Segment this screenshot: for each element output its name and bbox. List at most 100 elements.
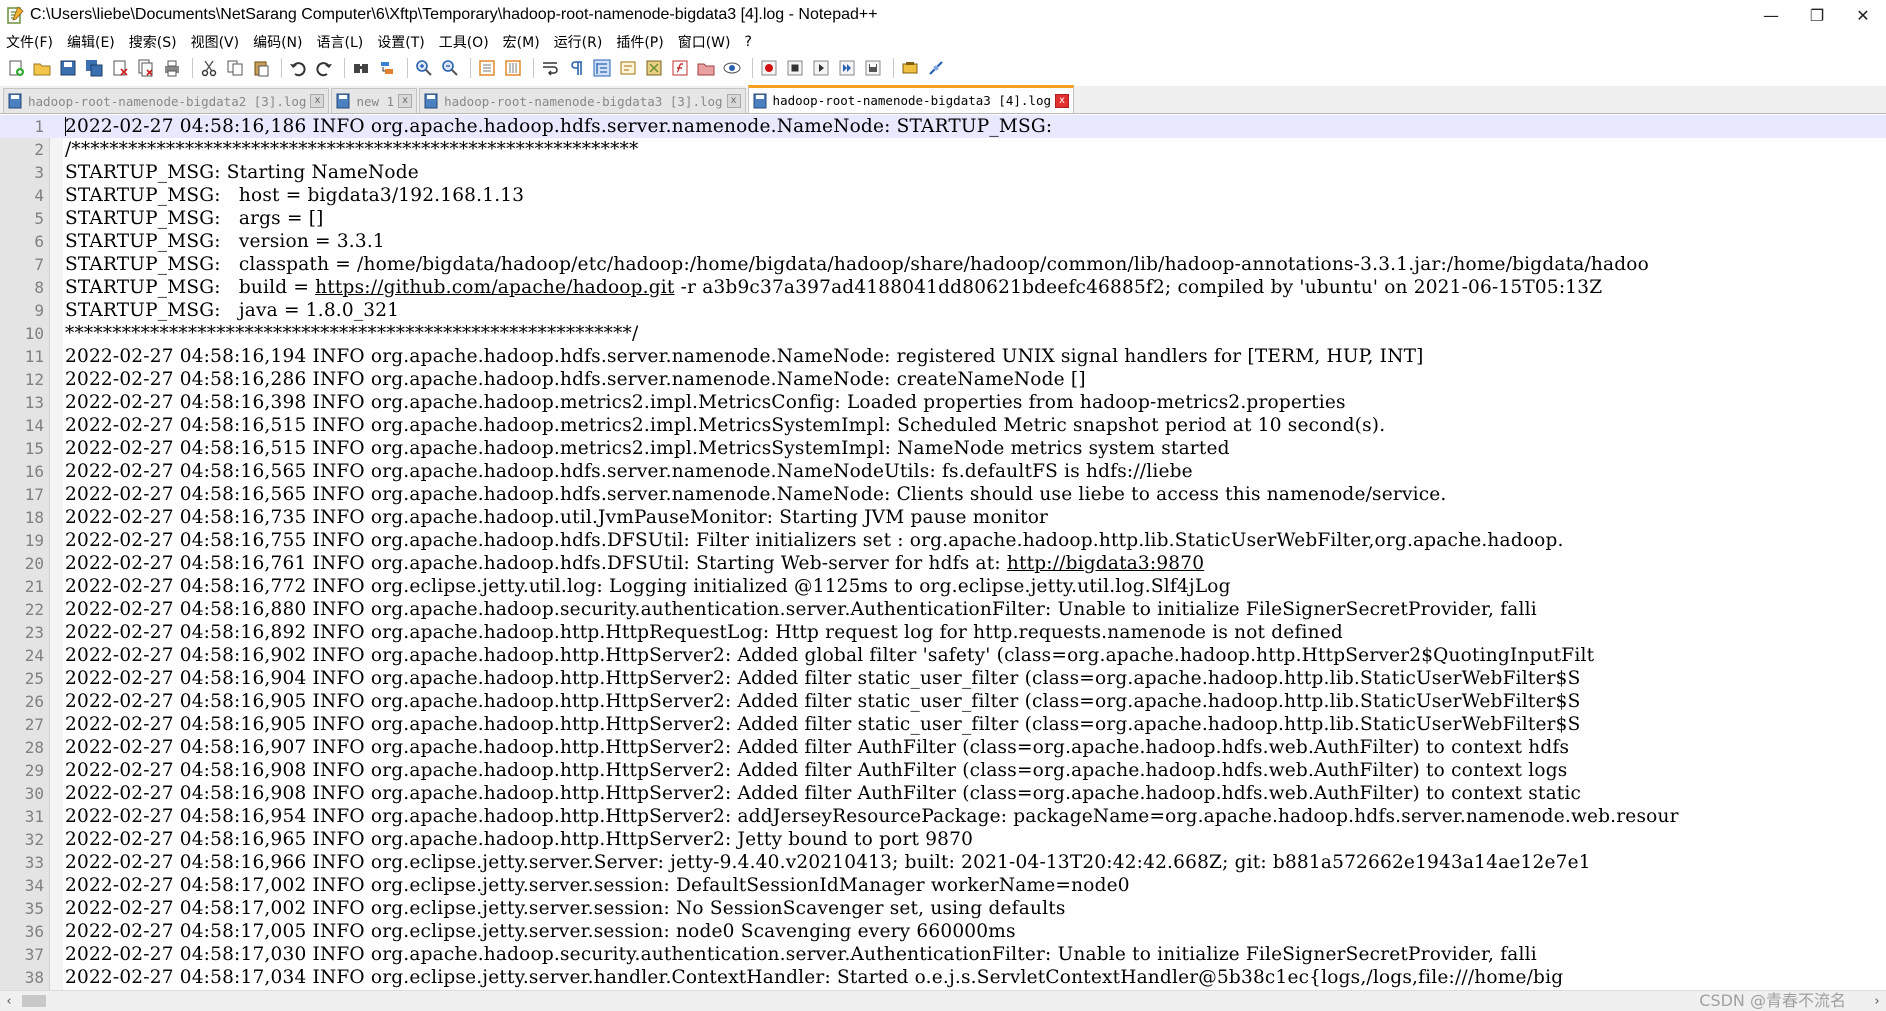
zoom-in-icon[interactable] bbox=[413, 57, 435, 79]
tab-new-1[interactable]: new 1 x bbox=[331, 88, 418, 113]
code-line[interactable]: 20 2022-02-27 04:58:16,761 INFO org.apach… bbox=[0, 552, 1886, 575]
indent-guide-icon[interactable] bbox=[591, 57, 613, 79]
menu-edit[interactable]: 编辑(E) bbox=[67, 32, 115, 52]
tab-bigdata3-3-log[interactable]: hadoop-root-namenode-bigdata3 [3].log x bbox=[419, 88, 746, 113]
code-line[interactable]: 34 2022-02-27 04:58:17,002 INFO org.eclip… bbox=[0, 874, 1886, 897]
zoom-out-icon[interactable] bbox=[439, 57, 461, 79]
tab-close-icon[interactable]: x bbox=[726, 94, 741, 108]
code-line[interactable]: 35 2022-02-27 04:58:17,002 INFO org.eclip… bbox=[0, 897, 1886, 920]
code-line[interactable]: 16 2022-02-27 04:58:16,565 INFO org.apach… bbox=[0, 460, 1886, 483]
user-defined-language-icon[interactable] bbox=[617, 57, 639, 79]
save-macro-icon[interactable] bbox=[862, 57, 884, 79]
redo-icon[interactable] bbox=[313, 57, 335, 79]
function-list-icon[interactable] bbox=[669, 57, 691, 79]
code-line[interactable]: 38 2022-02-27 04:58:17,034 INFO org.eclip… bbox=[0, 966, 1886, 989]
code-line[interactable]: 13 2022-02-27 04:58:16,398 INFO org.apach… bbox=[0, 391, 1886, 414]
menu-encoding[interactable]: 编码(N) bbox=[253, 32, 302, 52]
play-macro-icon[interactable] bbox=[810, 57, 832, 79]
word-wrap-icon[interactable] bbox=[539, 57, 561, 79]
url-link[interactable]: http://bigdata3:9870 bbox=[1007, 553, 1204, 574]
sync-vertical-icon[interactable] bbox=[476, 57, 498, 79]
editor-area[interactable]: 1 2022-02-27 04:58:16,186 INFO org.apache… bbox=[0, 115, 1886, 990]
save-icon[interactable] bbox=[57, 57, 79, 79]
doc-map-icon[interactable] bbox=[643, 57, 665, 79]
code-line[interactable]: 33 2022-02-27 04:58:16,966 INFO org.eclip… bbox=[0, 851, 1886, 874]
code-line[interactable]: 22 2022-02-27 04:58:16,880 INFO org.apach… bbox=[0, 598, 1886, 621]
code-line[interactable]: 12 2022-02-27 04:58:16,286 INFO org.apach… bbox=[0, 368, 1886, 391]
close-all-icon[interactable] bbox=[135, 57, 157, 79]
menu-plugins[interactable]: 插件(P) bbox=[616, 32, 663, 52]
new-file-icon[interactable] bbox=[5, 57, 27, 79]
print-icon[interactable] bbox=[161, 57, 183, 79]
code-line[interactable]: 18 2022-02-27 04:58:16,735 INFO org.apach… bbox=[0, 506, 1886, 529]
menu-file[interactable]: 文件(F) bbox=[6, 32, 53, 52]
replace-icon[interactable] bbox=[376, 57, 398, 79]
scroll-left-icon[interactable]: ‹ bbox=[0, 991, 18, 1011]
record-macro-icon[interactable] bbox=[758, 57, 780, 79]
code-line[interactable]: 30 2022-02-27 04:58:16,908 INFO org.apach… bbox=[0, 782, 1886, 805]
code-line[interactable]: 29 2022-02-27 04:58:16,908 INFO org.apach… bbox=[0, 759, 1886, 782]
tab-close-icon[interactable]: x bbox=[398, 94, 413, 108]
code-line[interactable]: 17 2022-02-27 04:58:16,565 INFO org.apach… bbox=[0, 483, 1886, 506]
menu-tools[interactable]: 工具(O) bbox=[439, 32, 489, 52]
show-all-chars-icon[interactable] bbox=[565, 57, 587, 79]
code-line[interactable]: 31 2022-02-27 04:58:16,954 INFO org.apach… bbox=[0, 805, 1886, 828]
code-line[interactable]: 36 2022-02-27 04:58:17,005 INFO org.eclip… bbox=[0, 920, 1886, 943]
code-line[interactable]: 1 2022-02-27 04:58:16,186 INFO org.apache… bbox=[0, 115, 1886, 138]
code-line[interactable]: 8 STARTUP_MSG: build = https://github.com… bbox=[0, 276, 1886, 299]
plugin-manager-icon[interactable] bbox=[899, 57, 921, 79]
run-macro-multiple-icon[interactable] bbox=[836, 57, 858, 79]
cut-icon[interactable] bbox=[198, 57, 220, 79]
tab-bigdata3-4-log[interactable]: hadoop-root-namenode-bigdata3 [4].log x bbox=[747, 85, 1074, 113]
code-line[interactable]: 23 2022-02-27 04:58:16,892 INFO org.apach… bbox=[0, 621, 1886, 644]
monitoring-icon[interactable] bbox=[721, 57, 743, 79]
code-line[interactable]: 4 STARTUP_MSG: host = bigdata3/192.168.1.… bbox=[0, 184, 1886, 207]
code-line[interactable]: 15 2022-02-27 04:58:16,515 INFO org.apach… bbox=[0, 437, 1886, 460]
code-line[interactable]: 24 2022-02-27 04:58:16,902 INFO org.apach… bbox=[0, 644, 1886, 667]
code-line[interactable]: 14 2022-02-27 04:58:16,515 INFO org.apach… bbox=[0, 414, 1886, 437]
restore-button[interactable]: ❐ bbox=[1794, 0, 1840, 30]
code-line[interactable]: 3 STARTUP_MSG: Starting NameNode bbox=[0, 161, 1886, 184]
plugin-extra-icon[interactable] bbox=[925, 57, 947, 79]
menu-language[interactable]: 语言(L) bbox=[317, 32, 364, 52]
code-line[interactable]: 6 STARTUP_MSG: version = 3.3.1 bbox=[0, 230, 1886, 253]
scroll-right-icon[interactable]: › bbox=[1868, 991, 1886, 1011]
minimize-button[interactable]: — bbox=[1748, 0, 1794, 30]
close-file-icon[interactable] bbox=[109, 57, 131, 79]
menu-settings[interactable]: 设置(T) bbox=[377, 32, 424, 52]
close-button[interactable]: ✕ bbox=[1840, 0, 1886, 30]
code-line[interactable]: 21 2022-02-27 04:58:16,772 INFO org.eclip… bbox=[0, 575, 1886, 598]
paste-icon[interactable] bbox=[250, 57, 272, 79]
url-link[interactable]: https://github.com/apache/hadoop.git bbox=[315, 277, 674, 298]
code-line[interactable]: 25 2022-02-27 04:58:16,904 INFO org.apach… bbox=[0, 667, 1886, 690]
code-line[interactable]: 2 /**************************************… bbox=[0, 138, 1886, 161]
undo-icon[interactable] bbox=[287, 57, 309, 79]
code-line[interactable]: 10 **************************************… bbox=[0, 322, 1886, 345]
menu-view[interactable]: 视图(V) bbox=[191, 32, 240, 52]
menu-run[interactable]: 运行(R) bbox=[554, 32, 603, 52]
code-line[interactable]: 9 STARTUP_MSG: java = 1.8.0_321 bbox=[0, 299, 1886, 322]
stop-macro-icon[interactable] bbox=[784, 57, 806, 79]
menu-macro[interactable]: 宏(M) bbox=[503, 32, 540, 52]
code-line[interactable]: 7 STARTUP_MSG: classpath = /home/bigdata/… bbox=[0, 253, 1886, 276]
code-line[interactable]: 11 2022-02-27 04:58:16,194 INFO org.apach… bbox=[0, 345, 1886, 368]
sync-horizontal-icon[interactable] bbox=[502, 57, 524, 79]
tab-close-icon[interactable]: x bbox=[1055, 93, 1069, 108]
code-line[interactable]: 37 2022-02-27 04:58:17,030 INFO org.apach… bbox=[0, 943, 1886, 966]
tab-close-icon[interactable]: x bbox=[310, 94, 325, 108]
menu-help[interactable]: ? bbox=[745, 34, 752, 50]
code-line[interactable]: 27 2022-02-27 04:58:16,905 INFO org.apach… bbox=[0, 713, 1886, 736]
code-line[interactable]: 5 STARTUP_MSG: args = [] bbox=[0, 207, 1886, 230]
menu-window[interactable]: 窗口(W) bbox=[678, 32, 731, 52]
save-all-icon[interactable] bbox=[83, 57, 105, 79]
open-file-icon[interactable] bbox=[31, 57, 53, 79]
copy-icon[interactable] bbox=[224, 57, 246, 79]
menu-search[interactable]: 搜索(S) bbox=[129, 32, 177, 52]
code-line[interactable]: 32 2022-02-27 04:58:16,965 INFO org.apach… bbox=[0, 828, 1886, 851]
scrollbar-thumb[interactable] bbox=[22, 995, 46, 1007]
code-line[interactable]: 26 2022-02-27 04:58:16,905 INFO org.apach… bbox=[0, 690, 1886, 713]
find-icon[interactable] bbox=[350, 57, 372, 79]
folder-workspace-icon[interactable] bbox=[695, 57, 717, 79]
code-line[interactable]: 19 2022-02-27 04:58:16,755 INFO org.apach… bbox=[0, 529, 1886, 552]
tab-bigdata2-3-log[interactable]: hadoop-root-namenode-bigdata2 [3].log x bbox=[3, 88, 330, 113]
